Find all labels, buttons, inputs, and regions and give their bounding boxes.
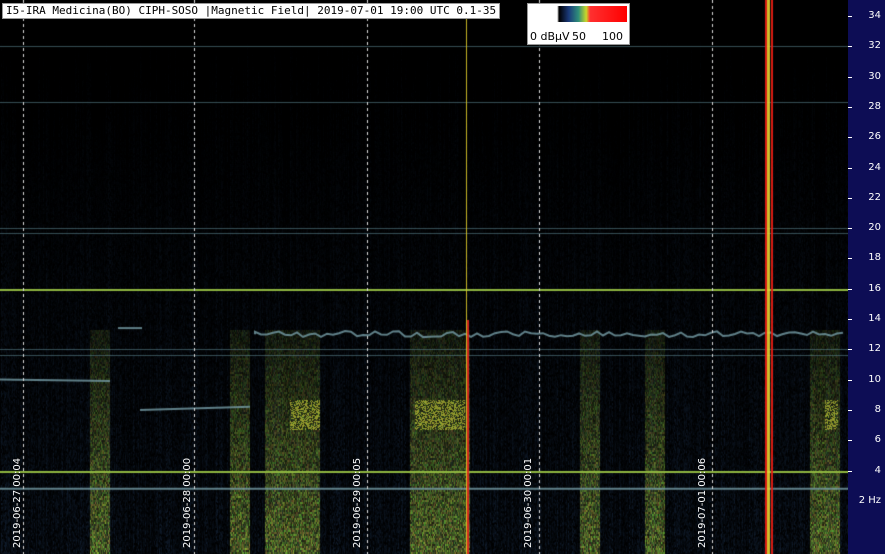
- color-scale-min-label: 0 dBµV: [530, 30, 570, 43]
- frequency-tick-mark: [848, 379, 852, 381]
- frequency-tick-mark: [848, 288, 852, 290]
- plot-title: I5-IRA Medicina(BO) CIPH-SOSO |Magnetic …: [2, 3, 501, 19]
- frequency-axis: 34 32 30 28 26 24 22 20 18 16 14 12 10 8 6 4 2 Hz: [848, 0, 885, 554]
- frequency-tick-mark: [848, 470, 852, 472]
- frequency-tick-mark: [848, 46, 852, 48]
- date-label: 2019-06-28 00:00: [182, 457, 193, 548]
- frequency-tick-mark: [848, 137, 852, 139]
- color-scale-max-label: 100: [602, 30, 623, 43]
- frequency-tick-label: 20: [868, 222, 881, 234]
- frequency-tick-mark: [848, 197, 852, 199]
- frequency-tick-label: 6: [874, 434, 881, 446]
- frequency-tick-label: 14: [868, 313, 881, 324]
- frequency-tick-label: 10: [868, 373, 881, 385]
- frequency-tick-mark: [848, 76, 852, 78]
- spectrogram-plot[interactable]: [0, 0, 848, 554]
- color-scale-legend: 0 dBµV 50 100: [527, 3, 630, 45]
- frequency-tick-mark: [848, 228, 852, 230]
- frequency-tick-label: 32: [868, 40, 881, 52]
- frequency-tick-label: 34: [868, 10, 881, 21]
- frequency-tick-label: 24: [868, 161, 881, 173]
- spectrogram-viewer: I5-IRA Medicina(BO) CIPH-SOSO |Magnetic …: [0, 0, 885, 554]
- frequency-tick-mark: [848, 349, 852, 351]
- color-scale-gradient: [530, 6, 627, 22]
- frequency-tick-label: 22: [868, 191, 881, 203]
- frequency-tick-mark: [848, 409, 852, 411]
- date-label: 2019-07-01 00:06: [697, 457, 708, 548]
- frequency-tick-label: 30: [868, 70, 881, 82]
- frequency-tick-mark: [848, 16, 852, 17]
- date-label: 2019-06-30 00:01: [523, 457, 534, 548]
- frequency-tick-mark: [848, 167, 852, 169]
- frequency-tick-label: 16: [868, 282, 881, 294]
- color-scale-mid-label: 50: [572, 30, 586, 43]
- frequency-tick-label: 8: [874, 403, 881, 415]
- date-label: 2019-06-29 00:05: [352, 457, 363, 548]
- frequency-tick-label: 28: [868, 100, 881, 112]
- frequency-tick-label: 26: [868, 131, 881, 143]
- frequency-tick-mark: [848, 440, 852, 442]
- frequency-tick-label: 18: [868, 252, 881, 264]
- frequency-tick-mark: [848, 106, 852, 108]
- frequency-tick-mark: [848, 258, 852, 260]
- frequency-unit-label: 2 Hz: [858, 494, 881, 506]
- plot-title-text: I5-IRA Medicina(BO) CIPH-SOSO |Magnetic …: [6, 4, 497, 17]
- frequency-tick-mark: [848, 319, 852, 320]
- date-label: 2019-06-27 00:04: [12, 457, 23, 548]
- frequency-tick-label: 12: [868, 343, 881, 355]
- frequency-tick-label: 4: [874, 464, 881, 476]
